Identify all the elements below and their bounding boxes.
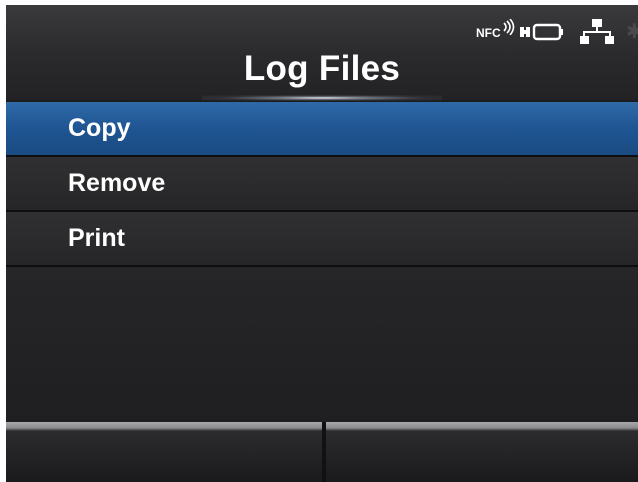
header-divider-glow xyxy=(202,95,442,101)
nfc-icon xyxy=(503,19,515,35)
softkey-bar xyxy=(6,422,638,482)
menu-item-label: Remove xyxy=(68,169,166,197)
softkey-right[interactable] xyxy=(326,422,638,482)
menu-item-copy[interactable]: Copy xyxy=(6,102,638,157)
network-icon xyxy=(580,19,614,44)
battery-icon xyxy=(520,23,563,41)
status-icons: NFC ✱ xyxy=(476,19,638,45)
nfc-label: NFC xyxy=(476,26,501,40)
page-title: Log Files xyxy=(243,49,401,88)
menu-item-label: Copy xyxy=(68,114,131,142)
printer-screen: NFC ✱ Log Files Copy Remove Print xyxy=(6,5,638,482)
header-bar: NFC ✱ Log Files xyxy=(6,5,638,101)
empty-list-area xyxy=(6,267,638,422)
log-files-menu: Copy Remove Print xyxy=(6,102,638,267)
menu-item-label: Print xyxy=(68,224,125,252)
softkey-left[interactable] xyxy=(6,422,322,482)
menu-item-print[interactable]: Print xyxy=(6,212,638,267)
menu-item-remove[interactable]: Remove xyxy=(6,157,638,212)
bluetooth-icon: ✱ xyxy=(626,21,638,43)
